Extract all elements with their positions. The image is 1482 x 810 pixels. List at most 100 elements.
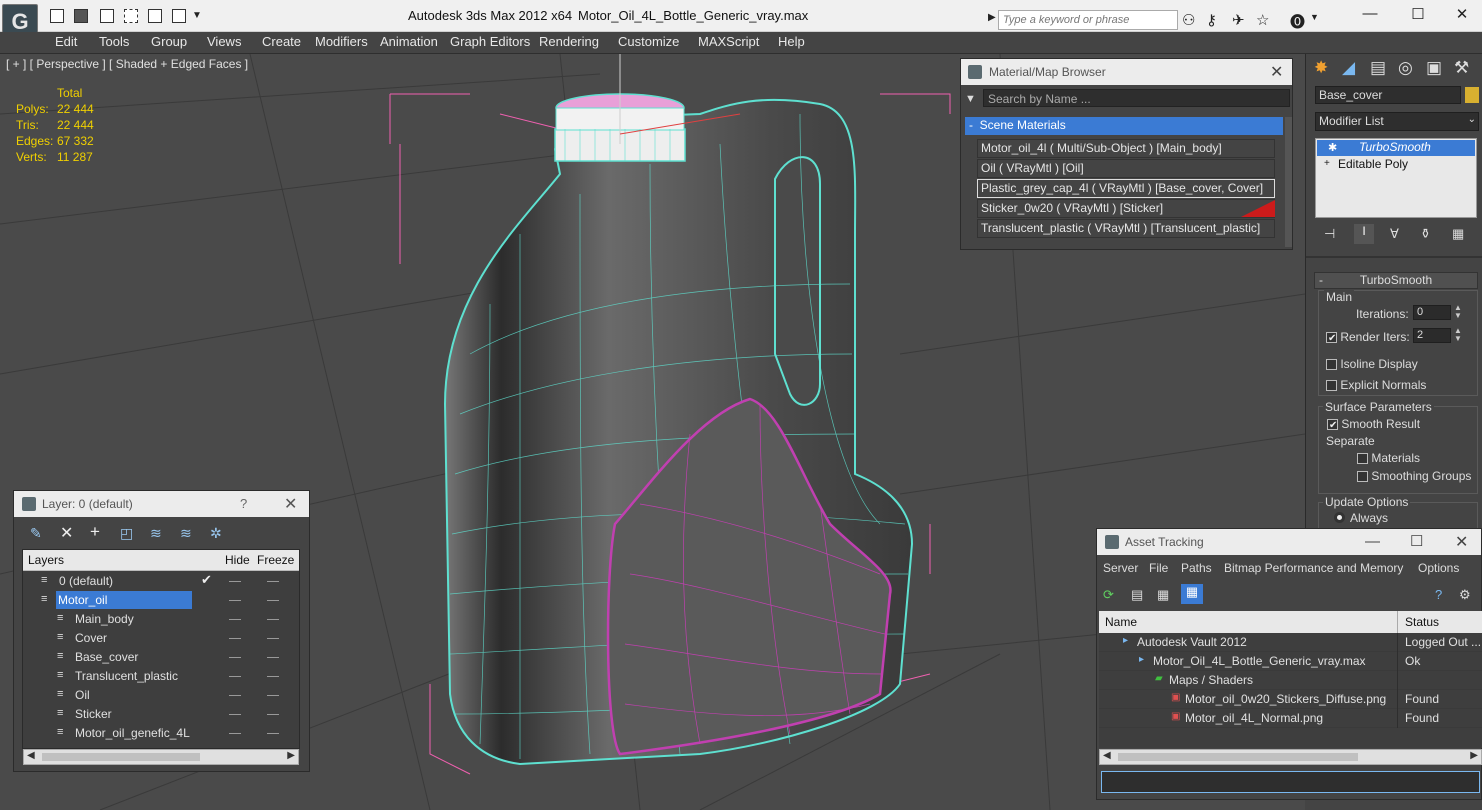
layer-row[interactable]: ≡ Translucent_plastic [23,667,299,686]
freeze-toggle[interactable] [267,581,279,582]
hold-icon[interactable] [172,9,186,23]
menu-rendering[interactable]: Rendering [539,34,599,49]
stack-item-turbosmooth[interactable]: TurboSmooth [1317,140,1475,156]
create-layer-icon[interactable]: ✎ [30,525,42,542]
asset-minimize-icon[interactable]: — [1365,533,1380,550]
hide-toggle[interactable] [229,619,241,620]
layer-name[interactable]: Main_body [73,610,136,628]
menu-customize[interactable]: Customize [618,34,679,49]
scroll-thumb[interactable] [1118,753,1358,761]
pin-stack-icon[interactable]: ⊣ [1324,226,1335,242]
hide-toggle[interactable] [229,600,241,601]
scroll-left-icon[interactable]: ◀ [1103,750,1111,761]
menu-help[interactable]: Help [778,34,805,49]
material-item[interactable]: Translucent_plastic ( VRayMtl ) [Translu… [977,219,1275,238]
layer-name[interactable]: Motor_oil [56,591,192,609]
asset-menu-options[interactable]: Options [1418,561,1459,575]
table-view-icon[interactable]: ▦ [1181,584,1203,604]
layer-name[interactable]: Sticker [73,705,114,723]
quick-access-dropdown-icon[interactable]: ▼ [192,10,202,21]
object-name-field[interactable]: Base_cover [1315,86,1461,104]
materials-checkbox[interactable] [1357,453,1368,465]
isoline-checkbox[interactable] [1326,359,1337,371]
show-end-result-icon[interactable]: I [1354,224,1374,244]
material-item[interactable]: Oil ( VRayMtl ) [Oil] [977,159,1275,178]
menu-animation[interactable]: Animation [380,34,438,49]
render-iters-checkbox[interactable] [1326,332,1337,344]
hide-toggle[interactable] [229,676,241,677]
options-dropdown-icon[interactable]: ▼ [965,93,976,105]
new-scene-icon[interactable] [50,9,64,23]
hide-toggle[interactable] [229,657,241,658]
layer-row[interactable]: ≡ 0 (default) ✔ [23,572,299,591]
delete-layer-icon[interactable]: ✕ [60,523,73,543]
subscription-key-icon[interactable]: ⚷ [1206,11,1217,29]
create-tab-icon[interactable]: ✸ [1314,58,1328,78]
scroll-left-icon[interactable]: ◀ [27,750,35,761]
thumbnail-view-icon[interactable]: ▦ [1157,587,1169,603]
smooth-result-checkbox[interactable] [1327,419,1338,431]
freeze-toggle[interactable] [267,733,279,734]
close-icon[interactable]: ✕ [1452,5,1472,23]
scene-materials-group[interactable]: - Scene Materials [965,117,1283,135]
asset-settings-icon[interactable]: ⚙ [1459,587,1471,603]
menu-modifiers[interactable]: Modifiers [315,34,368,49]
freeze-all-icon[interactable]: ✲ [210,525,222,542]
material-item-selected[interactable]: Plastic_grey_cap_4l ( VRayMtl ) [Base_co… [977,179,1275,198]
utilities-tab-icon[interactable]: ⚒ [1454,58,1469,78]
scroll-right-icon[interactable]: ▶ [287,750,295,761]
menu-views[interactable]: Views [207,34,241,49]
asset-menu-bitmap[interactable]: Bitmap Performance and Memory [1224,561,1403,575]
layer-name[interactable]: Base_cover [73,648,140,666]
freeze-toggle[interactable] [267,676,279,677]
asset-path-input[interactable] [1101,771,1480,793]
hide-toggle[interactable] [229,581,241,582]
hide-toggle[interactable] [229,733,241,734]
asset-row[interactable]: ▣ Motor_oil_4L_Normal.png Found [1099,709,1482,728]
stack-item-editable-poly[interactable]: Editable Poly [1338,157,1408,171]
layer-name[interactable]: Cover [73,629,109,647]
layer-h-scrollbar[interactable]: ◀ ▶ [23,749,299,765]
hierarchy-tab-icon[interactable]: ▤ [1370,58,1386,78]
freeze-toggle[interactable] [267,600,279,601]
object-color-swatch[interactable] [1465,87,1479,103]
hide-all-icon[interactable]: ≋ [180,525,192,542]
turbosmooth-rollout-header[interactable]: - TurboSmooth [1314,272,1478,289]
col-hide[interactable]: Hide [225,553,250,567]
layer-row[interactable]: ≡ Main_body [23,610,299,629]
add-to-layer-icon[interactable]: + [90,522,100,542]
maximize-icon[interactable]: ☐ [1408,5,1428,23]
layer-name[interactable]: 0 (default) [57,572,115,590]
mat-browser-titlebar[interactable]: Material/Map Browser [961,59,1292,85]
layer-name[interactable]: Motor_oil_genefic_4L [73,724,192,742]
layer-row[interactable]: ≡ Oil [23,686,299,705]
refresh-icon[interactable]: ⟳ [1103,587,1114,603]
binoculars-icon[interactable]: ⚇ [1182,11,1195,29]
asset-menu-file[interactable]: File [1149,561,1168,575]
search-expand-icon[interactable]: ▶ [988,12,996,23]
layer-help-button[interactable]: ? [240,496,247,511]
layer-row[interactable]: ≡ Motor_oil [23,591,299,610]
favorites-star-icon[interactable]: ☆ [1256,11,1269,29]
select-objects-icon[interactable]: ◰ [120,525,133,542]
hide-toggle[interactable] [229,695,241,696]
help-dropdown-icon[interactable]: ▼ [1310,12,1319,22]
layer-row[interactable]: ≡ Sticker [23,705,299,724]
keyword-search-input[interactable]: Type a keyword or phrase [998,10,1178,30]
freeze-toggle[interactable] [267,638,279,639]
project-folder-icon[interactable] [124,9,138,23]
hide-toggle[interactable] [229,714,241,715]
scroll-thumb[interactable] [42,753,200,761]
asset-row[interactable]: ▣ Motor_oil_0w20_Stickers_Diffuse.png Foun… [1099,690,1482,709]
configure-sets-icon[interactable]: ▦ [1452,226,1464,242]
mat-search-input[interactable]: Search by Name ... [983,89,1290,107]
communication-icon[interactable]: ✈ [1232,11,1245,29]
freeze-toggle[interactable] [267,714,279,715]
redo-icon[interactable] [148,9,162,23]
spinner-arrows-icon[interactable]: ▲ ▼ [1454,327,1462,343]
menu-create[interactable]: Create [262,34,301,49]
freeze-toggle[interactable] [267,695,279,696]
layer-name[interactable]: Translucent_plastic [73,667,180,685]
current-layer-check[interactable]: ✔ [201,572,212,588]
asset-help-icon[interactable]: ? [1435,587,1442,602]
